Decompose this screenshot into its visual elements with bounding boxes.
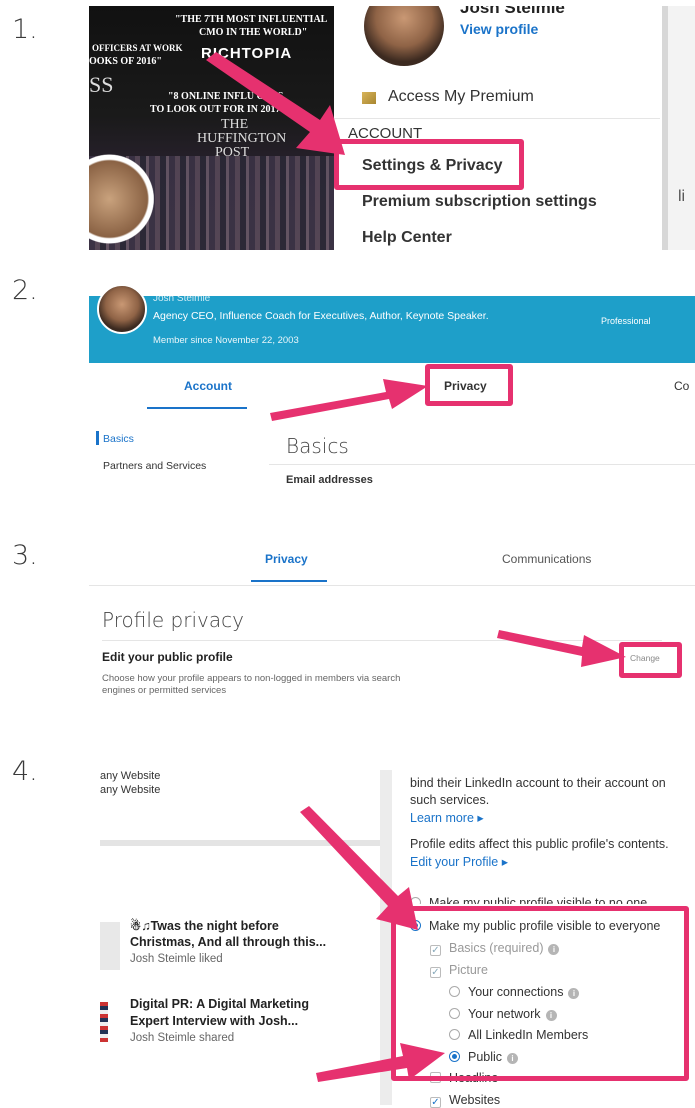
profile-background-photo: "THE 7TH MOST INFLUENTIAL CMO IN THE WOR…: [89, 6, 334, 250]
step-number-3: 3.: [12, 540, 38, 571]
tab-privacy[interactable]: Privacy: [265, 552, 308, 566]
truncated-text: li: [678, 188, 686, 205]
edit-public-profile-title: Edit your public profile: [102, 650, 233, 664]
view-profile-link[interactable]: View profile: [460, 21, 538, 37]
user-headline: Agency CEO, Influence Coach for Executiv…: [153, 310, 489, 322]
post-meta: Josh Steimle liked: [130, 953, 223, 965]
highlight-box-privacy: [425, 364, 513, 406]
privacy-settings-panel: Privacy Communications Profile privacy E…: [89, 535, 695, 700]
tab-account[interactable]: Account: [184, 379, 232, 393]
snowman-icon: ☃♫: [130, 919, 151, 933]
post-title[interactable]: Digital PR: A Digital Marketing: [130, 997, 309, 1011]
sidebar-item-partners[interactable]: Partners and Services: [103, 460, 206, 472]
email-addresses-label: Email addresses: [286, 474, 373, 485]
avatar: [97, 284, 147, 334]
edit-public-profile-desc: Choose how your profile appears to non-l…: [102, 673, 401, 684]
activity-feed: any Website any Website ☃♫Twas the night…: [100, 770, 380, 1105]
section-title: Basics: [286, 434, 349, 458]
intro-text: bind their LinkedIn account to their acc…: [410, 776, 666, 790]
intro-text: such services.: [410, 793, 490, 807]
tab-communications[interactable]: Co: [674, 379, 689, 393]
avatar[interactable]: [364, 6, 444, 66]
active-tab-indicator: [147, 407, 247, 409]
help-center-item[interactable]: Help Center: [362, 229, 452, 247]
highlight-box-change: [619, 642, 682, 678]
edits-note: Profile edits affect this public profile…: [410, 837, 669, 851]
photo-caption: SS: [89, 72, 114, 97]
learn-more-link[interactable]: Learn more ▸: [410, 810, 484, 825]
post-meta: Josh Steimle shared: [130, 1032, 235, 1044]
photo-caption: "THE 7TH MOST INFLUENTIAL: [175, 14, 328, 25]
post-title[interactable]: Christmas, And all through this...: [130, 935, 326, 949]
radio-visible-no-one[interactable]: Make my public profile visible to no one: [410, 896, 647, 904]
profile-photo-partial: [89, 129, 157, 250]
step-number-4: 4.: [12, 756, 38, 787]
post-title[interactable]: ☃♫Twas the night before: [130, 918, 279, 933]
photo-caption: "8 ONLINE INFLU CERS: [168, 91, 284, 102]
access-premium-item[interactable]: Access My Premium: [388, 88, 534, 106]
post-thumbnail[interactable]: [100, 922, 120, 970]
account-dropdown-menu: Josh Steimle View profile Access My Prem…: [334, 6, 660, 250]
plan-label: Professional: [601, 316, 651, 326]
photo-caption: TO LOOK OUT FOR IN 2017": [150, 104, 287, 115]
profile-banner: Josh Steimle Agency CEO, Influence Coach…: [89, 284, 695, 363]
step-number-2: 2.: [12, 275, 38, 306]
premium-subscription-settings-item[interactable]: Premium subscription settings: [362, 193, 597, 211]
sidebar-item-basics[interactable]: Basics: [103, 433, 134, 445]
photo-caption: RICHTOPIA: [201, 45, 293, 62]
settings-tab-bar: Account Privacy Co: [89, 363, 695, 414]
tab-communications[interactable]: Communications: [502, 552, 591, 566]
photo-caption: CMO IN THE WORLD": [199, 27, 308, 38]
photo-caption: OFFICERS AT WORK: [92, 43, 183, 53]
company-text: any Website: [100, 770, 161, 782]
page-background-edge: li: [662, 6, 695, 250]
edit-profile-link[interactable]: Edit your Profile ▸: [410, 854, 508, 869]
highlight-box-settings: [334, 139, 524, 190]
user-name: Josh Steimle: [153, 293, 211, 304]
step-number-1: 1.: [12, 14, 38, 45]
photo-caption: OOKS OF 2016": [89, 56, 162, 67]
edit-public-profile-desc: engines or permitted services: [102, 685, 227, 696]
member-since: Member since November 22, 2003: [153, 335, 299, 346]
section-title: Profile privacy: [102, 608, 244, 632]
active-tab-indicator: [251, 580, 327, 582]
checkbox-websites[interactable]: ✓ Websites: [430, 1093, 500, 1108]
photo-caption: POST: [215, 145, 250, 160]
settings-content: Basics Partners and Services Basics Emai…: [89, 413, 695, 485]
post-thumbnail[interactable]: [100, 1002, 108, 1042]
post-title[interactable]: Expert Interview with Josh...: [130, 1014, 298, 1028]
premium-icon: [362, 92, 376, 104]
company-text: any Website: [100, 784, 161, 796]
user-name: Josh Steimle: [460, 6, 565, 17]
highlight-box-visibility: [391, 906, 689, 1081]
